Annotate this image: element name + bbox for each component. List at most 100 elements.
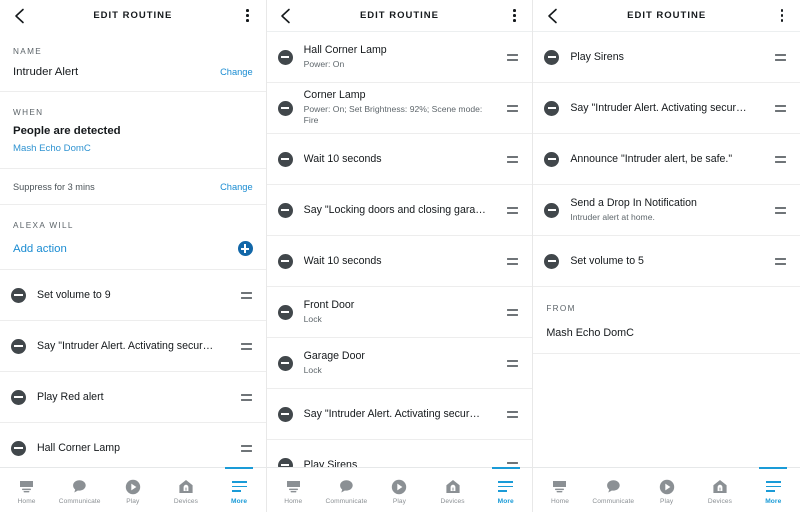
remove-action-icon[interactable] (277, 406, 293, 422)
action-row[interactable]: Set volume to 9 (0, 270, 266, 320)
tab-label: Devices (440, 498, 465, 505)
tab-label: Play (660, 498, 674, 505)
drag-handle-icon[interactable] (507, 410, 520, 418)
alexa-will-section-label: ALEXA WILL (13, 221, 74, 230)
suppress-value: Suppress for 3 mins (13, 182, 95, 192)
action-row[interactable]: Announce "Intruder alert, be safe." (533, 134, 800, 184)
add-action-label[interactable]: Add action (13, 243, 67, 255)
drag-handle-icon[interactable] (774, 206, 788, 214)
tab-play[interactable]: Play (640, 468, 693, 512)
tab-label: More (230, 498, 248, 505)
remove-action-icon[interactable] (277, 100, 293, 116)
screen-panel-1: EDIT ROUTINE NAME Intruder Alert Change … (0, 0, 267, 512)
remove-action-icon[interactable] (277, 355, 293, 371)
tab-play[interactable]: Play (373, 468, 426, 512)
drag-handle-icon[interactable] (507, 206, 520, 214)
tab-devices[interactable]: Devices (426, 468, 479, 512)
drag-handle-icon[interactable] (774, 104, 788, 112)
kebab-menu-icon[interactable] (775, 8, 789, 24)
remove-action-icon[interactable] (11, 287, 26, 303)
action-title: Play Red alert (37, 391, 104, 403)
screen-panel-3: EDIT ROUTINE Play Sirens Say "Intruder A… (533, 0, 800, 512)
action-text: Say "Intruder Alert. Activating secur… (304, 408, 498, 420)
add-action-row[interactable]: Add action (0, 230, 266, 269)
action-row[interactable]: Front Door Lock (266, 287, 533, 337)
action-row[interactable]: Say "Intruder Alert. Activating secur… (266, 389, 533, 439)
app-header: EDIT ROUTINE (0, 0, 266, 31)
remove-action-icon[interactable] (544, 202, 560, 218)
drag-handle-icon[interactable] (507, 308, 520, 316)
action-row[interactable]: Wait 10 seconds (266, 236, 533, 286)
action-row[interactable]: Wait 10 seconds (266, 134, 533, 184)
drag-handle-icon[interactable] (507, 53, 520, 61)
action-row[interactable]: Hall Corner Lamp Power: On (266, 32, 533, 82)
action-row[interactable]: Say "Intruder Alert. Activating secur… (0, 321, 266, 371)
action-title: Corner Lamp (303, 89, 366, 102)
action-row[interactable]: Play Red alert (0, 372, 266, 422)
page-title: EDIT ROUTINE (359, 10, 439, 21)
action-row[interactable]: Garage Door Lock (266, 338, 533, 388)
name-section-label: NAME (13, 47, 43, 56)
action-row[interactable]: Send a Drop In Notification Intruder ale… (533, 185, 800, 235)
drag-handle-icon[interactable] (240, 291, 254, 299)
tab-play[interactable]: Play (106, 468, 159, 512)
panel-2-body: Hall Corner Lamp Power: On Corner Lamp P… (266, 32, 533, 490)
kebab-menu-icon[interactable] (507, 8, 521, 24)
drag-handle-icon[interactable] (507, 104, 520, 112)
tab-communicate[interactable]: Communicate (587, 468, 640, 512)
remove-action-icon[interactable] (544, 253, 560, 269)
action-title: Say "Intruder Alert. Activating secur… (37, 340, 214, 352)
drag-handle-icon[interactable] (507, 257, 520, 265)
tab-home[interactable]: Home (533, 468, 586, 512)
remove-action-icon[interactable] (277, 253, 293, 269)
remove-action-icon[interactable] (277, 202, 293, 218)
remove-action-icon[interactable] (11, 440, 26, 456)
action-text: Garage Door Lock (304, 350, 498, 376)
remove-action-icon[interactable] (11, 338, 26, 354)
routine-name-value: Intruder Alert (13, 66, 79, 78)
drag-handle-icon[interactable] (774, 257, 788, 265)
remove-action-icon[interactable] (544, 151, 560, 167)
name-change-link[interactable]: Change (220, 67, 253, 77)
tab-devices[interactable]: Devices (159, 468, 212, 512)
drag-handle-icon[interactable] (507, 155, 520, 163)
action-row[interactable]: Say "Intruder Alert. Activating secur… (533, 83, 800, 133)
remove-action-icon[interactable] (277, 151, 293, 167)
action-title: Front Door (303, 299, 355, 312)
action-title: Say "Intruder Alert. Activating secur… (303, 408, 480, 420)
action-text: Front Door Lock (304, 299, 498, 325)
when-trigger-device[interactable]: Mash Echo DomC (13, 143, 253, 154)
action-row[interactable]: Play Sirens (533, 32, 800, 82)
tab-more[interactable]: More (479, 467, 532, 512)
action-row[interactable]: Hall Corner Lamp (0, 423, 266, 473)
remove-action-icon[interactable] (544, 49, 560, 65)
from-section: FROM (533, 287, 800, 313)
tab-devices[interactable]: Devices (693, 468, 746, 512)
drag-handle-icon[interactable] (240, 393, 254, 401)
drag-handle-icon[interactable] (240, 342, 254, 350)
echo-device-icon (18, 478, 35, 495)
remove-action-icon[interactable] (277, 304, 293, 320)
home-devices-icon (712, 478, 728, 495)
remove-action-icon[interactable] (11, 389, 26, 405)
tab-home[interactable]: Home (0, 468, 53, 512)
drag-handle-icon[interactable] (774, 155, 788, 163)
plus-circle-icon[interactable] (237, 241, 253, 256)
tab-home[interactable]: Home (267, 468, 320, 512)
tab-more[interactable]: More (213, 467, 266, 512)
tab-label: Communicate (592, 498, 635, 505)
action-row[interactable]: Corner Lamp Power: On; Set Brightness: 9… (266, 83, 533, 133)
action-row[interactable]: Set volume to 5 (533, 236, 800, 286)
drag-handle-icon[interactable] (240, 444, 254, 452)
tab-communicate[interactable]: Communicate (53, 468, 106, 512)
action-row[interactable]: Say "Locking doors and closing gara… (266, 185, 533, 235)
drag-handle-icon[interactable] (774, 53, 788, 61)
tab-label: Communicate (325, 498, 368, 505)
drag-handle-icon[interactable] (507, 359, 520, 367)
remove-action-icon[interactable] (544, 100, 560, 116)
remove-action-icon[interactable] (277, 49, 293, 65)
suppress-change-link[interactable]: Change (220, 182, 253, 192)
tab-communicate[interactable]: Communicate (320, 468, 373, 512)
tab-more[interactable]: More (747, 467, 800, 512)
kebab-menu-icon[interactable] (241, 8, 255, 24)
